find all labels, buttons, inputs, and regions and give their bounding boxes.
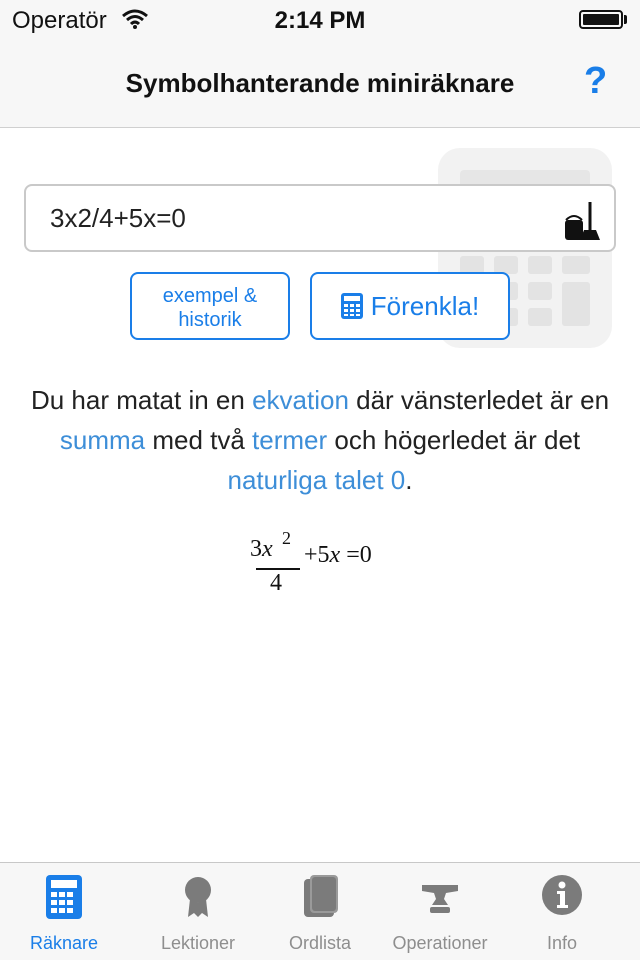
description-text: . (405, 465, 413, 495)
tab-bar: Räknare Lektioner Ordlista Operationer I… (0, 862, 640, 960)
tab-label: Info (546, 933, 578, 953)
tab-glossary[interactable]: Ordlista (256, 863, 384, 961)
tab-label: Lektioner (160, 933, 236, 953)
examples-label-line1: exempel & (162, 285, 258, 307)
navigation-bar: Symbolhanterande miniräknare ? (0, 40, 640, 128)
award-ribbon-icon (185, 877, 211, 917)
tab-lessons[interactable]: Lektioner (134, 863, 262, 961)
simplify-label: Förenkla! (370, 290, 480, 321)
formula-rest: +5x =0 (304, 542, 372, 569)
tab-info[interactable]: Info (498, 863, 626, 961)
rendered-formula: 3x 2 4 +5x =0 (250, 528, 410, 598)
info-icon (542, 875, 582, 915)
simplify-button[interactable]: Förenkla! (310, 272, 510, 340)
examples-label-line2: historik (178, 309, 242, 331)
tab-label: Operationer (392, 933, 488, 953)
denominator: 4 (270, 570, 282, 596)
tab-label: Ordlista (288, 933, 351, 953)
description-text: där vänsterledet är en (348, 385, 610, 415)
calculator-icon (340, 293, 363, 319)
link-natural-number[interactable]: naturliga talet 0 (227, 465, 405, 495)
link-equation[interactable]: ekvation (252, 385, 349, 415)
tab-operations[interactable]: Operationer (376, 863, 504, 961)
help-button[interactable]: ? (584, 60, 607, 103)
expression-input[interactable] (24, 184, 616, 252)
equals-sign: = (346, 542, 360, 568)
description-text: med två (145, 425, 253, 455)
examples-history-button[interactable]: exempel & historik (130, 272, 290, 340)
numerator-coefficient: 3 (250, 536, 262, 562)
status-bar: Operatör 2:14 PM (0, 0, 640, 40)
battery-tip (624, 15, 627, 24)
description-text: och högerledet är det (327, 425, 581, 455)
anvil-icon (422, 885, 458, 913)
battery-icon (579, 10, 623, 29)
numerator: 3x (250, 536, 273, 563)
tab-label: Räknare (29, 933, 99, 953)
right-hand-side: 0 (359, 542, 372, 568)
bucket-broom-icon[interactable] (562, 200, 602, 244)
calculator-icon (46, 875, 82, 919)
page-title: Symbolhanterande miniräknare (125, 68, 515, 98)
numerator-variable: x (262, 536, 273, 562)
link-sum[interactable]: summa (60, 425, 145, 455)
clock: 2:14 PM (274, 7, 366, 34)
expression-description: Du har matat in en ekvation där vänsterl… (20, 380, 620, 500)
plus-sign: + (304, 542, 318, 568)
tab-calculator[interactable]: Räknare (0, 863, 128, 961)
description-text: Du har matat in en (30, 385, 253, 415)
exponent: 2 (282, 528, 291, 548)
link-terms[interactable]: termer (252, 425, 327, 455)
book-icon (304, 875, 338, 917)
term2-coefficient: 5 (317, 542, 330, 568)
term2-variable: x (329, 542, 341, 568)
